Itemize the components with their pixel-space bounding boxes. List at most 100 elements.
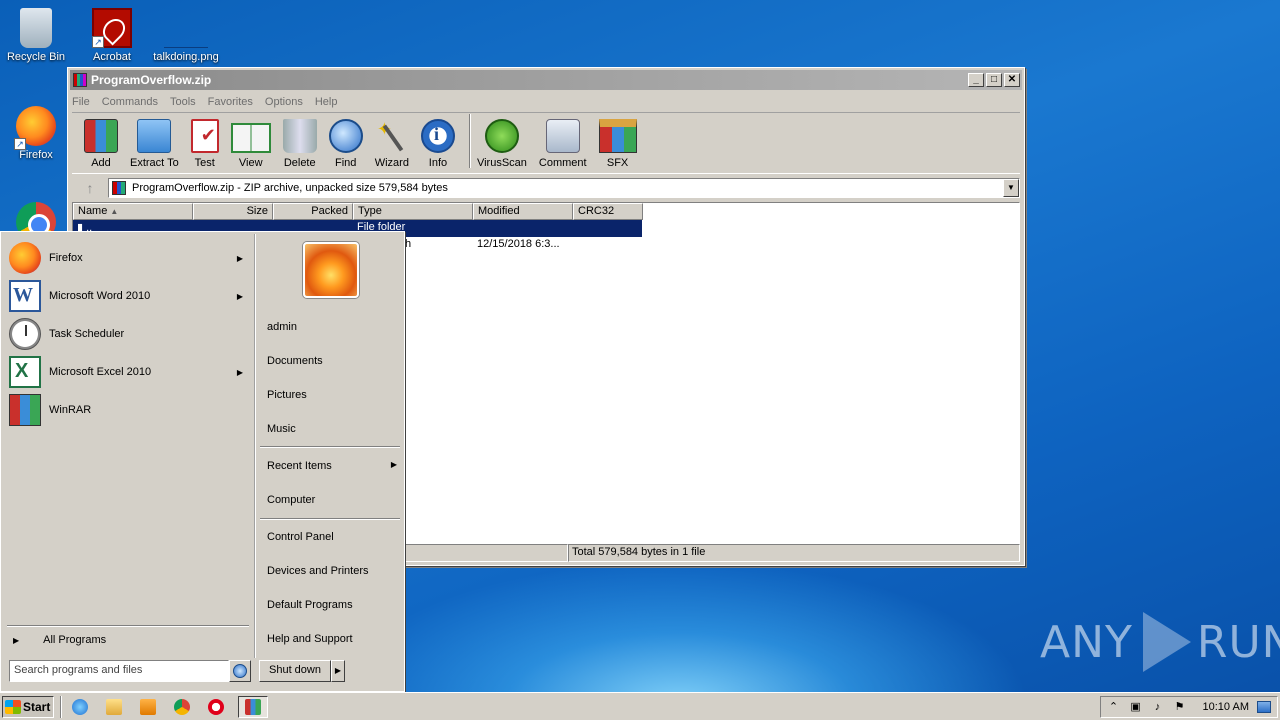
- info-icon: [420, 119, 455, 153]
- start-menu: Firefox ▶ Microsoft Word 2010 ▶ Task Sch…: [0, 231, 405, 692]
- link-help-support[interactable]: Help and Support: [267, 633, 397, 645]
- archive-icon: [112, 181, 126, 195]
- virusscan-icon: [484, 119, 519, 153]
- extract-icon: [137, 119, 172, 153]
- user-avatar[interactable]: [303, 242, 359, 298]
- desktop-icon-acrobat[interactable]: ↗ Acrobat: [76, 8, 148, 63]
- submenu-arrow-icon: ▶: [390, 460, 397, 469]
- menu-help[interactable]: Help: [315, 96, 338, 108]
- start-menu-places: admin Documents Pictures Music Recent It…: [255, 234, 403, 658]
- clock-icon: [9, 318, 41, 350]
- taskbar-explorer[interactable]: [102, 696, 126, 718]
- windows-logo-icon: [5, 699, 21, 714]
- volume-icon[interactable]: ♪: [1151, 700, 1165, 714]
- desktop-icon-label: Firefox: [19, 149, 53, 161]
- recycle-bin-icon: [20, 8, 52, 48]
- start-menu-bottom: Search programs and files Shut down ▶: [3, 660, 403, 690]
- row-modified: 12/15/2018 6:3...: [477, 238, 560, 250]
- virusscan-button[interactable]: VirusScan: [477, 119, 527, 169]
- add-button[interactable]: Add: [84, 119, 118, 169]
- link-documents[interactable]: Documents: [267, 355, 397, 367]
- taskbar-ie[interactable]: [68, 696, 92, 718]
- sfx-button[interactable]: SFX: [598, 119, 637, 169]
- delete-button[interactable]: Delete: [282, 119, 317, 169]
- view-icon: [230, 123, 271, 153]
- taskbar-winrar[interactable]: [238, 695, 268, 718]
- find-button[interactable]: Find: [328, 119, 363, 169]
- firefox-icon: [9, 242, 41, 274]
- menu-file[interactable]: File: [72, 96, 90, 108]
- delete-icon: [282, 119, 317, 153]
- link-recent-items[interactable]: Recent Items ▶: [267, 460, 397, 472]
- link-computer[interactable]: Computer: [267, 494, 397, 506]
- start-button[interactable]: Start: [2, 695, 54, 718]
- link-music[interactable]: Music: [267, 423, 397, 435]
- link-control-panel[interactable]: Control Panel: [267, 531, 397, 543]
- start-item-winrar[interactable]: WinRAR: [9, 392, 251, 428]
- title-bar[interactable]: ProgramOverflow.zip _ □ ✕: [70, 70, 1022, 90]
- minimize-button[interactable]: _: [968, 73, 984, 87]
- desktop-icon-label: talkdoing.png: [153, 51, 219, 63]
- test-button[interactable]: Test: [190, 119, 219, 169]
- divider: [7, 625, 249, 627]
- column-type[interactable]: Type: [353, 203, 473, 220]
- start-item-task-scheduler[interactable]: Task Scheduler: [9, 316, 251, 352]
- taskbar-opera[interactable]: [204, 696, 228, 718]
- close-button[interactable]: ✕: [1004, 73, 1020, 87]
- chevron-down-icon[interactable]: ▼: [1003, 179, 1019, 197]
- desktop-icon-firefox[interactable]: ↗ Firefox: [0, 106, 72, 161]
- menu-favorites[interactable]: Favorites: [208, 96, 253, 108]
- desktop-icon-label: Recycle Bin: [6, 51, 66, 63]
- menu-commands[interactable]: Commands: [102, 96, 158, 108]
- start-item-label: WinRAR: [49, 404, 92, 416]
- up-arrow-icon[interactable]: ↑: [72, 180, 108, 196]
- link-admin[interactable]: admin: [267, 321, 397, 333]
- taskbar-media-player[interactable]: [136, 696, 160, 718]
- link-default-programs[interactable]: Default Programs: [267, 599, 397, 611]
- start-item-word[interactable]: Microsoft Word 2010 ▶: [9, 278, 251, 314]
- all-programs-button[interactable]: ▶ All Programs: [13, 634, 106, 646]
- start-item-excel[interactable]: Microsoft Excel 2010 ▶: [9, 354, 251, 390]
- maximize-button[interactable]: □: [986, 73, 1002, 87]
- desktop-icon-recycle-bin[interactable]: Recycle Bin: [0, 8, 72, 63]
- column-modified[interactable]: Modified: [473, 203, 573, 220]
- view-button[interactable]: View: [230, 123, 271, 169]
- folder-icon: [106, 698, 122, 715]
- shutdown-button[interactable]: Shut down: [259, 660, 331, 682]
- taskbar-chrome[interactable]: [170, 696, 194, 718]
- action-center-flag-icon[interactable]: ⚑: [1173, 700, 1187, 714]
- start-item-firefox[interactable]: Firefox ▶: [9, 240, 251, 276]
- comment-button[interactable]: Comment: [539, 119, 587, 169]
- wizard-button[interactable]: Wizard: [375, 119, 409, 169]
- extract-to-button[interactable]: Extract To: [130, 119, 179, 169]
- shutdown-options-button[interactable]: ▶: [331, 660, 345, 682]
- link-devices-printers[interactable]: Devices and Printers: [267, 565, 397, 577]
- link-pictures[interactable]: Pictures: [267, 389, 397, 401]
- path-dropdown[interactable]: ProgramOverflow.zip - ZIP archive, unpac…: [108, 178, 1020, 198]
- media-player-icon: [140, 698, 156, 715]
- network-icon[interactable]: ▣: [1129, 700, 1143, 714]
- column-size[interactable]: Size: [193, 203, 273, 220]
- show-desktop-icon[interactable]: [1257, 700, 1271, 713]
- menu-tools[interactable]: Tools: [170, 96, 196, 108]
- column-name[interactable]: Name ▲: [73, 203, 193, 220]
- opera-icon: [208, 698, 224, 715]
- search-input[interactable]: Search programs and files: [9, 660, 229, 682]
- test-label: Test: [194, 157, 215, 169]
- menu-bar: File Commands Tools Favorites Options He…: [68, 92, 1024, 112]
- column-packed[interactable]: Packed: [273, 203, 353, 220]
- clock[interactable]: 10:10 AM: [1203, 701, 1249, 713]
- menu-options[interactable]: Options: [265, 96, 303, 108]
- wizard-label: Wizard: [374, 157, 409, 169]
- column-crc32[interactable]: CRC32: [573, 203, 643, 220]
- comment-label: Comment: [538, 157, 587, 169]
- show-hidden-icons-icon[interactable]: ⌃: [1107, 700, 1121, 714]
- word-icon: [9, 280, 41, 312]
- status-total: Total 579,584 bytes in 1 file: [568, 544, 1020, 562]
- shortcut-arrow-icon: ↗: [92, 36, 104, 48]
- divider: [260, 518, 400, 520]
- search-button[interactable]: [229, 660, 251, 682]
- toolbar: Add Extract To Test View Delete Find Wiz…: [72, 112, 1020, 174]
- info-button[interactable]: Info: [420, 119, 455, 169]
- desktop-icon-talkdoing[interactable]: talkdoing.png: [150, 8, 222, 63]
